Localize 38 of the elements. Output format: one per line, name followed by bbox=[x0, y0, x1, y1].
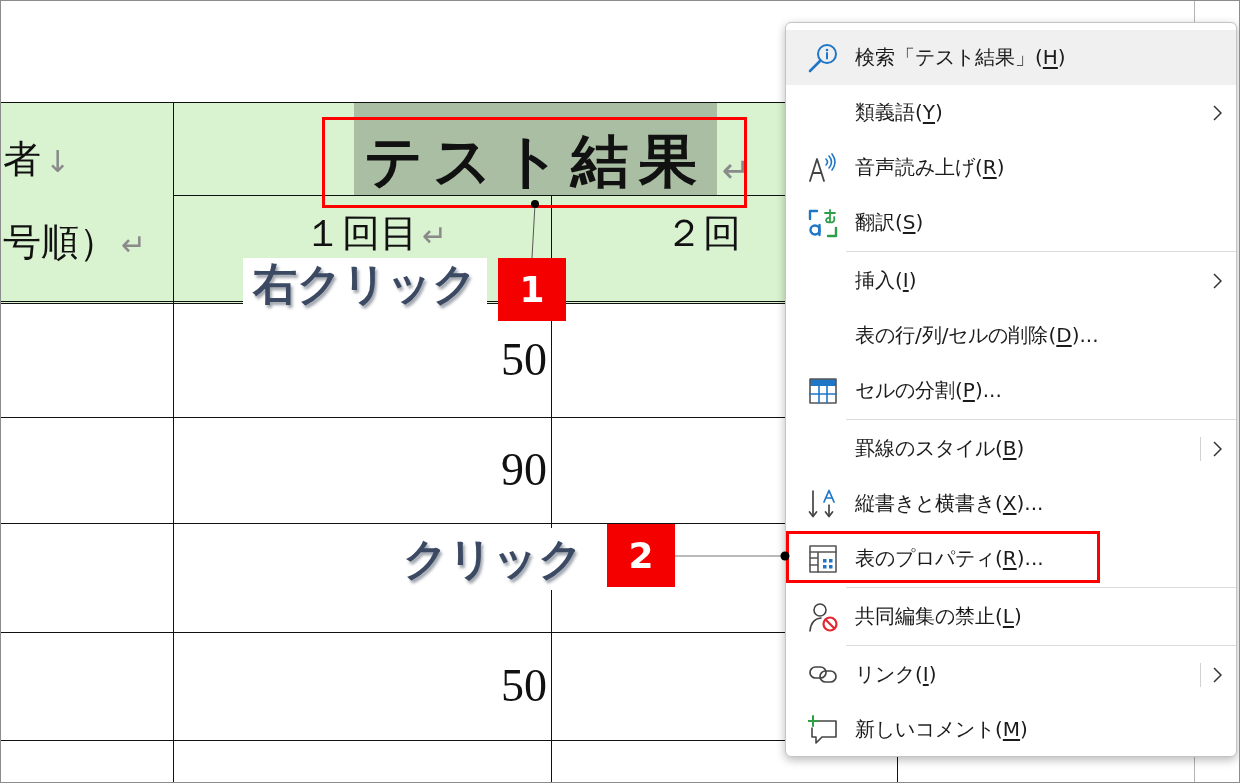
menu-item[interactable]: 音声読み上げ(R) bbox=[786, 140, 1236, 195]
chevron-right-icon bbox=[1213, 666, 1222, 683]
person-blocked-icon bbox=[808, 601, 838, 632]
chevron-right-icon bbox=[1213, 272, 1222, 289]
column-header: ２回 bbox=[665, 214, 741, 252]
menu-item[interactable]: 縦書きと横書き(X)... bbox=[786, 476, 1236, 531]
header-text: 号順）↵ bbox=[3, 220, 148, 265]
menu-item[interactable]: 類義語(Y) bbox=[786, 85, 1236, 140]
menu-item[interactable]: 共同編集の禁止(L) bbox=[786, 589, 1236, 644]
paragraph-mark: ↵ bbox=[722, 153, 751, 187]
text-direction-icon bbox=[808, 488, 838, 519]
link-icon bbox=[808, 666, 838, 683]
score-value: 90 bbox=[501, 445, 547, 496]
translate-icon bbox=[808, 207, 838, 238]
menu-item[interactable]: 検索「テスト結果」(H) bbox=[786, 30, 1236, 85]
menu-item[interactable]: 表の行/列/セルの削除(D)... bbox=[786, 308, 1236, 363]
search-info-icon bbox=[808, 42, 838, 73]
table-properties-icon bbox=[808, 543, 838, 574]
chevron-right-icon bbox=[1213, 104, 1222, 121]
score-value: 50 bbox=[501, 661, 547, 712]
menu-item[interactable]: リンク(I) bbox=[786, 647, 1236, 702]
menu-item[interactable]: 翻訳(S) bbox=[786, 195, 1236, 250]
menu-item[interactable]: セルの分割(P)... bbox=[786, 363, 1236, 418]
chevron-right-icon bbox=[1213, 440, 1222, 457]
menu-item[interactable]: 新しいコメント(M) bbox=[786, 702, 1236, 757]
column-header: １回目↵ bbox=[304, 214, 448, 252]
connector-line bbox=[531, 200, 539, 259]
comment-plus-icon bbox=[808, 714, 838, 745]
step-number-marker: 2 bbox=[607, 524, 675, 587]
menu-item[interactable]: 表のプロパティ(R)... bbox=[786, 531, 1236, 586]
menu-item[interactable]: 挿入(I) bbox=[786, 253, 1236, 308]
step-number-marker: 1 bbox=[498, 258, 566, 321]
selected-header-text: テスト結果 bbox=[354, 103, 717, 195]
header-text: 者↓ bbox=[3, 137, 72, 182]
table-grid-icon bbox=[808, 375, 838, 406]
read-aloud-icon bbox=[808, 152, 838, 183]
menu-item[interactable]: 罫線のスタイル(B) bbox=[786, 421, 1236, 476]
score-value: 50 bbox=[501, 335, 547, 386]
